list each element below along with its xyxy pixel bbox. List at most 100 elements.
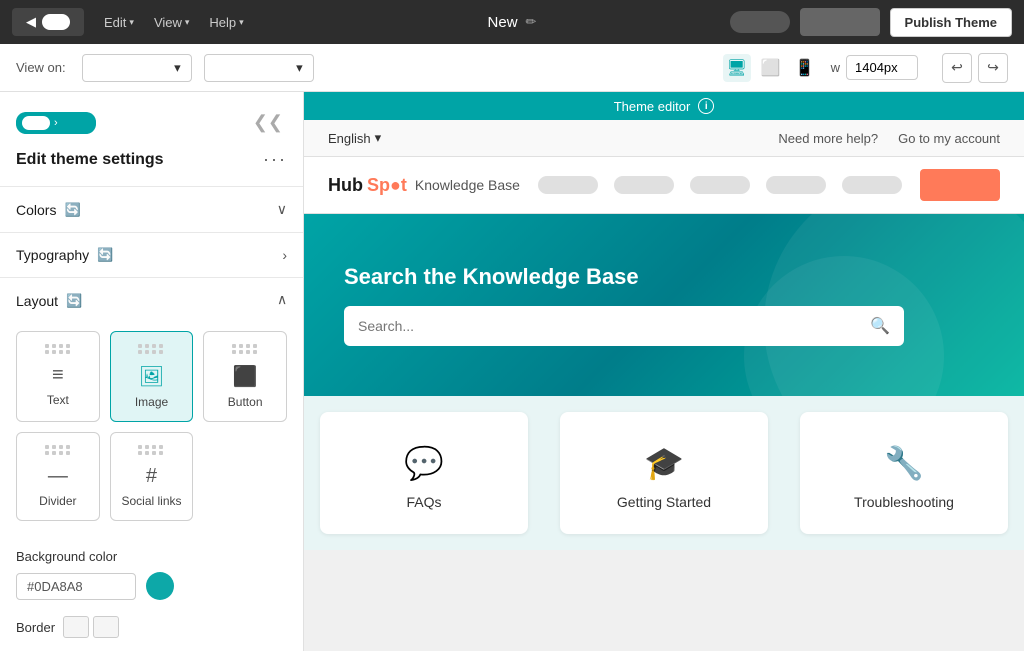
border-box-1[interactable] (63, 616, 89, 638)
top-bar-pill (730, 11, 790, 33)
colors-refresh-icon: 🔄 (64, 202, 80, 218)
desktop-icon[interactable]: 🖥 (723, 54, 751, 82)
color-picker-swatch[interactable] (146, 572, 174, 600)
border-box-2[interactable] (93, 616, 119, 638)
kb-need-help-link[interactable]: Need more help? (778, 131, 878, 146)
background-color-row (16, 572, 287, 600)
typography-section: Typography 🔄 › (0, 232, 303, 277)
redo-button[interactable]: ↪ (978, 53, 1008, 83)
layout-section: Layout 🔄 ∨ ≡ Text (0, 277, 303, 537)
layout-chevron-icon: ∨ (277, 292, 287, 309)
kb-language-selector[interactable]: English ▾ (328, 130, 381, 146)
kb-nav-cta-button[interactable] (920, 169, 1000, 201)
tablet-icon[interactable]: ⬜ (757, 54, 785, 82)
typography-chevron-icon: › (282, 247, 287, 263)
troubleshooting-label: Troubleshooting (854, 494, 954, 510)
background-color-section: Background color (0, 537, 303, 608)
border-section: Border (0, 608, 303, 646)
theme-editor-info-icon[interactable]: i (698, 98, 714, 114)
back-button[interactable]: ◀ (12, 8, 84, 36)
layout-item-divider[interactable]: — Divider (16, 432, 100, 521)
divider-layout-icon: — (48, 465, 68, 488)
device-icons: 🖥 ⬜ 📱 (723, 54, 819, 82)
help-chevron-icon: ▾ (239, 17, 244, 28)
mobile-icon[interactable]: 📱 (791, 54, 819, 82)
publish-button[interactable]: Publish Theme (890, 8, 1012, 37)
colors-label: Colors (16, 202, 56, 218)
layout-item-text[interactable]: ≡ Text (16, 331, 100, 422)
layout-refresh-icon: 🔄 (66, 293, 82, 309)
typography-label: Typography (16, 247, 89, 263)
layout-item-image[interactable]: 🖼 Image (110, 331, 194, 422)
layout-section-header[interactable]: Layout 🔄 ∨ (0, 278, 303, 323)
layout-label: Layout (16, 293, 58, 309)
kb-search-icon[interactable]: 🔍 (870, 316, 890, 336)
main-layout: › ❮❮ Edit theme settings ··· Colors 🔄 ∨ (0, 92, 1024, 651)
back-arrow-icon: ◀ (26, 14, 36, 30)
kb-card-troubleshooting: 🔧 Troubleshooting (800, 412, 1008, 534)
kb-search-input[interactable] (358, 318, 860, 334)
sidebar-title-row: Edit theme settings ··· (0, 149, 303, 186)
theme-editor-label: Theme editor (614, 99, 691, 114)
width-input[interactable] (846, 55, 918, 80)
kb-card-faqs: 💬 FAQs (320, 412, 528, 534)
title-edit-icon[interactable]: ✏ (526, 14, 537, 30)
top-bar: ◀ Edit ▾ View ▾ Help ▾ New ✏ Publish The… (0, 0, 1024, 44)
help-menu[interactable]: Help ▾ (201, 11, 251, 34)
dropdown1-chevron-icon: ▾ (174, 60, 181, 76)
top-bar-menus: Edit ▾ View ▾ Help ▾ (96, 11, 252, 34)
width-field: w (831, 55, 918, 80)
social-layout-icon: # (146, 465, 157, 488)
faqs-label: FAQs (406, 494, 441, 510)
kb-cards: 💬 FAQs 🎓 Getting Started 🔧 Troubleshooti… (304, 396, 1024, 550)
border-boxes (63, 616, 119, 638)
kb-topbar-right: Need more help? Go to my account (778, 131, 1000, 146)
kb-nav-links (538, 176, 902, 194)
typography-refresh-icon: 🔄 (97, 247, 113, 263)
colors-chevron-icon: ∨ (277, 201, 287, 218)
undo-redo-buttons: ↩ ↪ (942, 53, 1008, 83)
image-layout-icon: 🖼 (139, 364, 164, 389)
view-on-label: View on: (16, 60, 66, 75)
kb-topbar-left: English ▾ (328, 130, 381, 146)
kb-hero: Search the Knowledge Base 🔍 (304, 214, 1024, 396)
sidebar-title: Edit theme settings (16, 151, 164, 169)
layout-item-social[interactable]: # Social links (110, 432, 194, 521)
sidebar-header: › ❮❮ (0, 92, 303, 149)
typography-section-header[interactable]: Typography 🔄 › (0, 233, 303, 277)
kb-my-account-link[interactable]: Go to my account (898, 131, 1000, 146)
sidebar-collapse-button[interactable]: ❮❮ (249, 108, 287, 137)
kb-nav-pill-3 (690, 176, 750, 194)
colors-section-header[interactable]: Colors 🔄 ∨ (0, 187, 303, 232)
view-menu[interactable]: View ▾ (146, 11, 197, 34)
layout-item-image-label: Image (135, 395, 168, 409)
view-dropdown-1[interactable]: ▾ (82, 54, 192, 82)
sidebar-back-button[interactable]: › (16, 112, 96, 134)
getting-started-icon: 🎓 (644, 444, 684, 482)
theme-editor-bar: Theme editor i (304, 92, 1024, 120)
kb-nav-pill-2 (614, 176, 674, 194)
undo-button[interactable]: ↩ (942, 53, 972, 83)
kb-nav-pill-1 (538, 176, 598, 194)
top-bar-pill2 (800, 8, 880, 36)
kb-language-label: English (328, 131, 371, 146)
layout-item-button-label: Button (228, 395, 263, 409)
background-color-input[interactable] (16, 573, 136, 600)
layout-item-button[interactable]: ⬛ Button (203, 331, 287, 422)
kb-search-bar: 🔍 (344, 306, 904, 346)
sidebar-more-button[interactable]: ··· (263, 149, 287, 170)
button-layout-icon: ⬛ (233, 364, 258, 389)
toolbar2: View on: ▾ ▾ 🖥 ⬜ 📱 w ↩ ↪ (0, 44, 1024, 92)
troubleshooting-icon: 🔧 (884, 444, 924, 482)
colors-section: Colors 🔄 ∨ (0, 186, 303, 232)
getting-started-label: Getting Started (617, 494, 711, 510)
kb-nav: HubSp●t Knowledge Base (304, 157, 1024, 214)
kb-language-chevron-icon: ▾ (375, 130, 382, 146)
back-pill (42, 14, 70, 30)
edit-menu[interactable]: Edit ▾ (96, 11, 142, 34)
faqs-icon: 💬 (404, 444, 444, 482)
sidebar-back-pill: › (16, 112, 96, 134)
dropdown2-chevron-icon: ▾ (296, 60, 303, 76)
layout-item-divider-label: Divider (39, 494, 76, 508)
view-dropdown-2[interactable]: ▾ (204, 54, 314, 82)
